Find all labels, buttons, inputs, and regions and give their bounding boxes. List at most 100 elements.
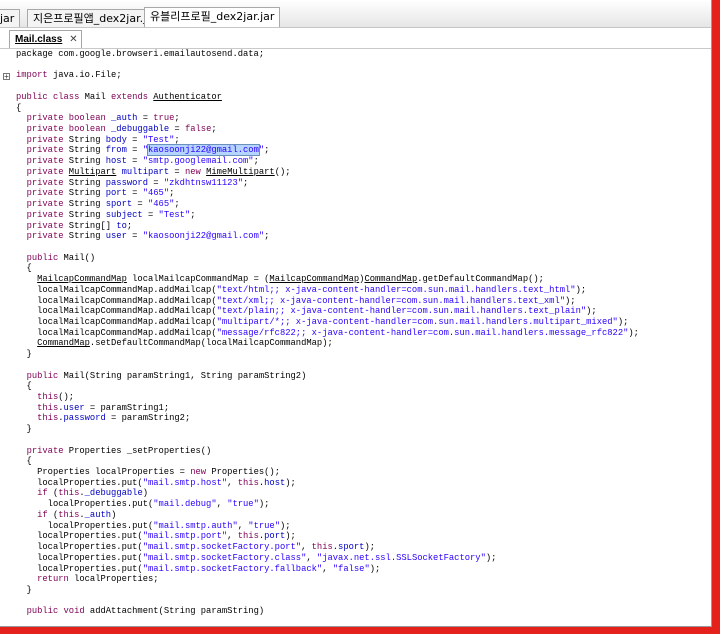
code-token: (: [47, 488, 59, 499]
code-token: subject: [105, 209, 143, 220]
code-token: "mail.smtp.socketFactory.fallback": [142, 563, 323, 574]
code-token: public void: [26, 606, 85, 617]
code-token: addAttachment(String paramString): [84, 606, 265, 617]
code-token: }: [16, 584, 32, 595]
code-token: );: [258, 499, 270, 510]
code-token: =: [137, 113, 154, 124]
code-token: );: [565, 295, 576, 306]
code-token: _debuggable: [84, 488, 143, 499]
code-line: {: [16, 103, 639, 114]
code-token: this: [37, 413, 59, 424]
code-token: private boolean: [26, 113, 106, 124]
code-token: Properties();: [206, 467, 280, 478]
code-line: localProperties.put("mail.smtp.socketFac…: [16, 553, 639, 564]
code-token: user: [63, 402, 85, 413]
code-line: private boolean _debuggable = false;: [16, 124, 639, 135]
code-line: return localProperties;: [16, 574, 639, 585]
code-token: = paramString1;: [84, 402, 170, 413]
code-token: ;: [264, 145, 270, 156]
code-line: private boolean _auth = true;: [16, 113, 639, 124]
code-token: false: [184, 124, 212, 135]
code-token: localProperties.put(: [16, 542, 143, 553]
code-line: }: [16, 349, 639, 360]
fold-expand-icon[interactable]: +: [3, 73, 10, 81]
code-token: true: [153, 113, 175, 124]
code-token: "multipart/*;; x-java-content-handler=co…: [216, 316, 618, 327]
code-line: }: [16, 585, 639, 596]
file-tab-jieun-profile-jar[interactable]: 지은프로필앱_dex2jar.jar: [27, 9, 164, 27]
code-token: String: [63, 231, 106, 242]
file-tab-jar[interactable]: jar: [0, 9, 21, 27]
code-token: );: [285, 477, 296, 488]
code-token: private: [26, 231, 64, 242]
code-line: localProperties.put("mail.debug", "true"…: [16, 499, 639, 510]
file-tab-yubli-profile-jar[interactable]: 유블리프로필_dex2jar.jar: [144, 7, 281, 27]
code-token: "true": [248, 520, 280, 531]
code-token: {: [16, 102, 22, 113]
code-token: password: [105, 177, 148, 188]
code-token: Mail: [79, 91, 112, 102]
code-token: password: [63, 413, 106, 424]
code-token: =: [132, 199, 148, 210]
code-token: new: [184, 166, 201, 177]
code-token: "zkdhtnsw11123": [163, 177, 244, 188]
code-token: ;: [264, 231, 270, 242]
code-line: localMailcapCommandMap.addMailcap("text/…: [16, 296, 639, 307]
code-token: ;: [243, 177, 249, 188]
code-token: Authenticator: [153, 91, 222, 102]
code-line: public class Mail extends Authenticator: [16, 92, 639, 103]
code-line: this();: [16, 392, 639, 403]
code-token: _auth: [84, 509, 112, 520]
code-token: ;: [174, 134, 180, 145]
code-token: body: [105, 134, 127, 145]
code-token: ;: [174, 113, 180, 124]
code-line: if (this._debuggable): [16, 488, 639, 499]
close-icon[interactable]: ✕: [69, 34, 77, 45]
code-token: _auth: [111, 113, 138, 124]
code-token: private: [26, 209, 64, 220]
code-token: "mail.debug": [153, 499, 217, 510]
code-token: "465": [148, 199, 175, 210]
code-editor[interactable]: package com.google.browseri.emailautosen…: [16, 49, 639, 617]
tab-mail-class[interactable]: Mail.class ✕: [9, 30, 82, 48]
code-token: "mail.smtp.socketFactory.port": [142, 542, 302, 553]
code-token: "false": [332, 563, 370, 574]
code-token: private: [26, 145, 64, 156]
file-tab-bar: jar 지은프로필앱_dex2jar.jar 유블리프로필_dex2jar.ja…: [0, 0, 711, 28]
code-line: this.password = paramString2;: [16, 413, 639, 424]
code-token: public: [26, 370, 59, 381]
code-token: "text/plain;; x-java-content-handler=com…: [216, 306, 587, 317]
tab-mail-class-label: Mail.class: [15, 34, 63, 45]
code-token: );: [628, 327, 639, 338]
code-token: );: [586, 306, 597, 317]
code-token: extends: [111, 91, 148, 102]
code-token: ;: [253, 156, 259, 167]
code-token: =: [126, 231, 143, 242]
code-token: localProperties.put(: [16, 552, 143, 563]
code-token: "smtp.googlemail.com": [142, 156, 254, 167]
code-token: return: [37, 574, 69, 585]
code-line: }: [16, 424, 639, 435]
code-token: =: [126, 188, 143, 199]
code-token: "text/html;; x-java-content-handler=com.…: [216, 284, 576, 295]
code-token: ();: [58, 392, 75, 402]
code-token: private: [26, 156, 64, 167]
code-token: localMailcapCommandMap.addMailcap(: [16, 316, 217, 327]
code-token: =: [142, 209, 159, 220]
code-token: String: [63, 145, 106, 156]
code-token: if: [37, 488, 48, 499]
code-token: port: [264, 531, 286, 542]
code-token: private boolean: [26, 124, 106, 135]
code-token: Properties localProperties =: [16, 467, 191, 478]
code-token: "mail.smtp.auth": [153, 520, 238, 531]
code-token: Properties _setProperties(): [63, 445, 212, 456]
